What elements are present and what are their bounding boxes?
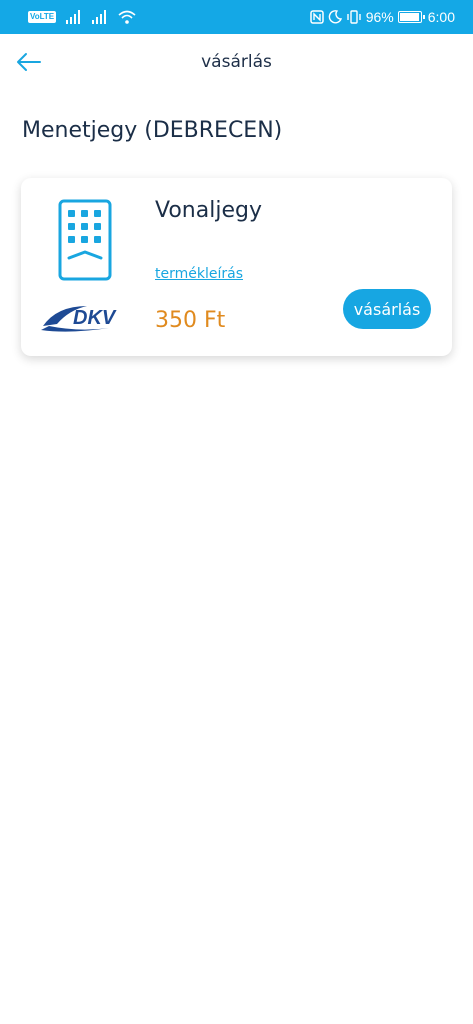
product-price: 350 Ft [155, 308, 226, 333]
buy-button[interactable]: vásárlás [343, 289, 431, 329]
nfc-icon [309, 10, 324, 24]
battery-percent: 96% [365, 9, 394, 25]
wifi-icon [118, 10, 136, 24]
dkv-logo: DKV [41, 306, 117, 332]
signal-icon-2 [92, 10, 107, 24]
header-title: vásárlás [201, 52, 272, 72]
status-bar-left: VoLTE [28, 8, 136, 26]
product-name: Vonaljegy [155, 198, 262, 223]
moon-icon [328, 10, 342, 24]
page-title: Menetjegy (DEBRECEN) [22, 118, 283, 143]
vibrate-icon [347, 10, 361, 24]
svg-text:DKV: DKV [73, 307, 117, 329]
battery-icon [397, 11, 425, 23]
signal-icon [66, 10, 81, 24]
volte-icon: VoLTE [28, 11, 57, 23]
ticket-machine-icon [58, 199, 112, 281]
status-bar-right: 96% 6:00 [309, 8, 455, 26]
product-description-link[interactable]: termékleírás [155, 266, 243, 282]
app-header: vásárlás [0, 34, 473, 90]
product-card[interactable]: DKV Vonaljegy termékleírás 350 Ft vásárl… [21, 178, 452, 356]
status-bar: VoLTE 96% 6:00 [0, 0, 473, 34]
status-time: 6:00 [427, 9, 455, 25]
